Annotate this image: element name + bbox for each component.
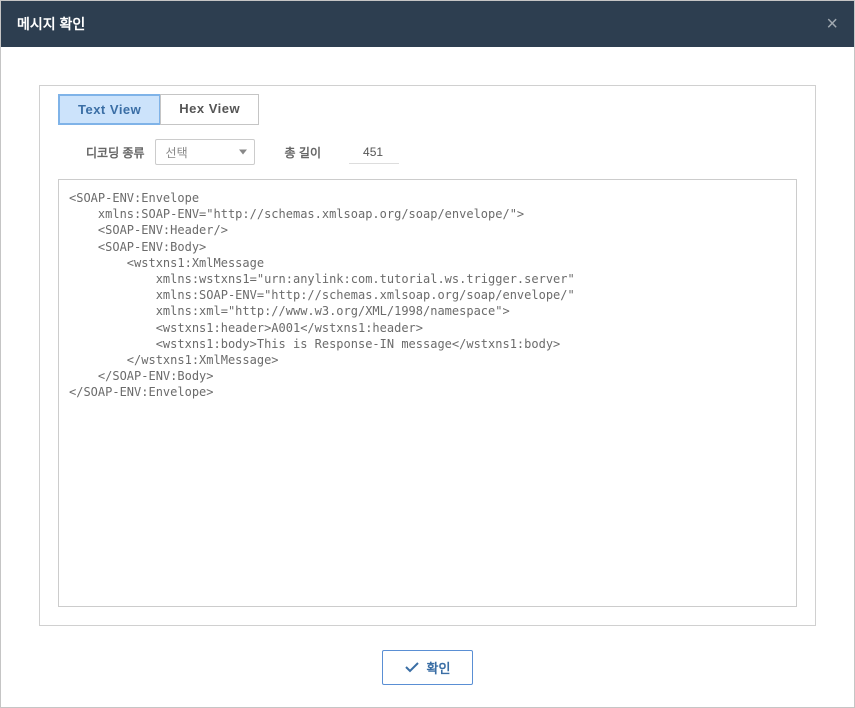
controls-row: 디코딩 종류 선택 총 길이 451 xyxy=(58,139,797,165)
close-button[interactable]: × xyxy=(826,14,838,34)
tab-hex-view[interactable]: Hex View xyxy=(160,94,259,125)
dialog-footer: 확인 xyxy=(1,636,854,707)
dialog-header: 메시지 확인 × xyxy=(1,1,854,47)
message-dialog: 메시지 확인 × Text View Hex View 디코딩 종류 선택 총 … xyxy=(0,0,855,708)
content-panel: Text View Hex View 디코딩 종류 선택 총 길이 451 <S… xyxy=(39,85,816,626)
confirm-button-label: 확인 xyxy=(427,658,451,677)
dialog-body: Text View Hex View 디코딩 종류 선택 총 길이 451 <S… xyxy=(1,47,854,636)
decoding-type-label: 디코딩 종류 xyxy=(86,144,145,161)
dialog-title: 메시지 확인 xyxy=(17,14,85,34)
tab-text-view[interactable]: Text View xyxy=(58,94,161,125)
close-icon: × xyxy=(826,13,838,35)
confirm-button[interactable]: 확인 xyxy=(382,650,474,685)
check-icon xyxy=(405,662,419,673)
tabs-container: Text View Hex View xyxy=(58,94,797,125)
total-length-label: 총 길이 xyxy=(285,144,321,161)
decoding-select[interactable]: 선택 xyxy=(155,139,255,165)
decoding-select-value: 선택 xyxy=(155,139,255,165)
total-length-value: 451 xyxy=(349,141,399,164)
message-content-area[interactable]: <SOAP-ENV:Envelope xmlns:SOAP-ENV="http:… xyxy=(58,179,797,607)
